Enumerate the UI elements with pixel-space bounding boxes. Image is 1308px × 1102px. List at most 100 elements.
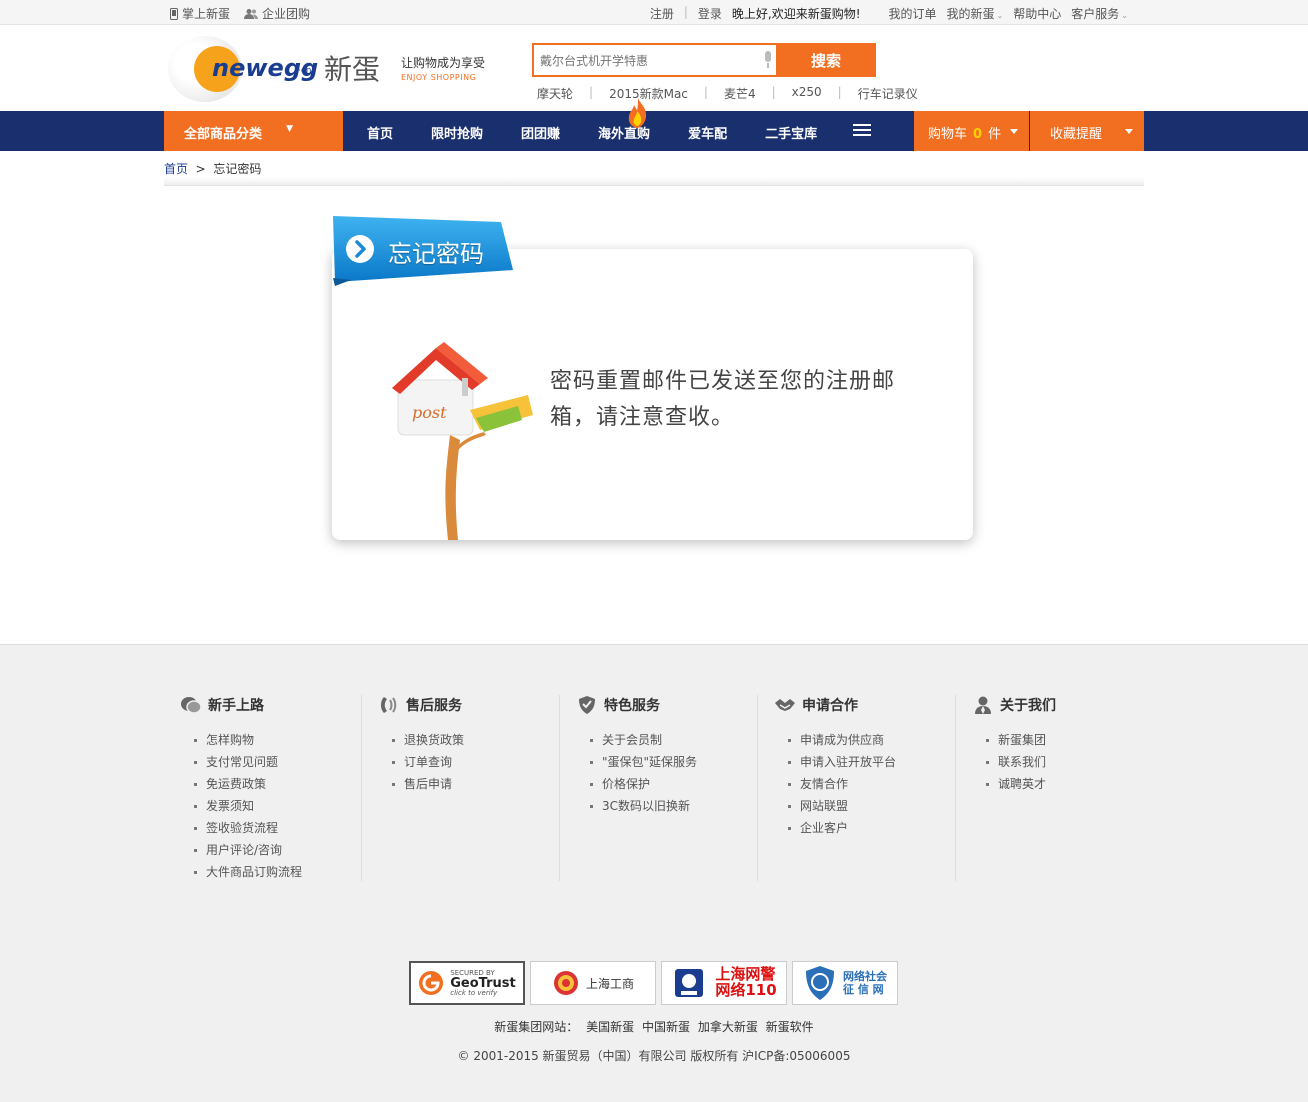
menu-icon[interactable]	[853, 124, 871, 138]
footer-link[interactable]: 企业客户	[788, 817, 955, 839]
microphone-icon[interactable]	[762, 51, 774, 69]
footer-column: 新手上路 怎样购物 支付常见问题 免运费政策 发票须知 签收验货流程 用户评论/…	[164, 695, 362, 881]
police-badge[interactable]: 上海网警 网络110	[661, 961, 787, 1005]
arrow-right-icon	[346, 235, 374, 263]
footer-link[interactable]: 发票须知	[194, 795, 361, 817]
nav-item-home[interactable]: 首页	[343, 111, 407, 151]
credit-badge[interactable]: 网络社会 征 信 网	[792, 961, 898, 1005]
chevron-down-icon: ⌄	[1121, 11, 1128, 20]
footer-link[interactable]: 支付常见问题	[194, 751, 361, 773]
footer-column-title: 申请合作	[802, 698, 858, 714]
footer-link[interactable]: 申请入驻开放平台	[788, 751, 955, 773]
site-link[interactable]: 中国新蛋	[642, 1020, 690, 1034]
header: newegg ·cn 新蛋 让购物成为享受 ENJOY SHOPPING 搜索 …	[0, 26, 1308, 111]
footer-link[interactable]: 用户评论/咨询	[194, 839, 361, 861]
my-orders-link[interactable]: 我的订单	[889, 5, 937, 22]
phone-icon	[170, 7, 178, 20]
footer-link[interactable]: 联系我们	[986, 751, 1154, 773]
footer-link[interactable]: 关于会员制	[590, 729, 757, 751]
service-menu[interactable]: 客户服务 ⌄	[1071, 5, 1128, 22]
cart-count: 0	[973, 127, 983, 142]
footer-link[interactable]: 友情合作	[788, 773, 955, 795]
nav-item-car[interactable]: 爱车配	[664, 111, 741, 151]
divider	[164, 177, 1144, 186]
footer-columns: 新手上路 怎样购物 支付常见问题 免运费政策 发票须知 签收验货流程 用户评论/…	[164, 695, 1154, 881]
chevron-down-icon	[1010, 129, 1018, 134]
hot-word[interactable]: x250	[792, 85, 822, 102]
chat-icon	[181, 697, 202, 714]
newegg-logo[interactable]: newegg ·cn	[168, 36, 318, 102]
emblem-icon	[553, 971, 578, 995]
footer-link[interactable]: "蛋保包"延保服务	[590, 751, 757, 773]
site-link[interactable]: 美国新蛋	[586, 1020, 634, 1034]
help-link[interactable]: 帮助中心	[1013, 5, 1061, 22]
footer-link[interactable]: 订单查询	[392, 751, 559, 773]
divider: |	[683, 5, 688, 19]
search-box: 搜索	[532, 43, 876, 77]
group-sites: 新蛋集团网站： 美国新蛋 中国新蛋 加拿大新蛋 新蛋软件	[0, 1018, 1308, 1035]
footer-link[interactable]: 大件商品订购流程	[194, 861, 361, 883]
hot-word[interactable]: 麦芒4	[724, 85, 756, 102]
footer-column: 关于我们 新蛋集团 联系我们 诚聘英才	[956, 695, 1154, 881]
mobile-link[interactable]: 掌上新蛋	[170, 5, 230, 22]
nav-item-overseas[interactable]: 海外直购	[574, 111, 664, 151]
breadcrumb-home[interactable]: 首页	[164, 162, 188, 176]
search-button[interactable]: 搜索	[776, 43, 876, 77]
hot-word[interactable]: 摩天轮	[537, 85, 573, 102]
search-input[interactable]	[540, 51, 760, 71]
register-link[interactable]: 注册	[650, 5, 674, 22]
favorites-button[interactable]: 收藏提醒	[1030, 111, 1144, 151]
login-link[interactable]: 登录	[698, 5, 722, 22]
hot-words: 摩天轮 | 2015新款Mac | 麦芒4 | x250 | 行车记录仪	[537, 85, 918, 102]
footer-link[interactable]: 退换货政策	[392, 729, 559, 751]
footer-link[interactable]: 诚聘英才	[986, 773, 1154, 795]
footer-link[interactable]: 签收验货流程	[194, 817, 361, 839]
footer-column: 售后服务 退换货政策 订单查询 售后申请	[362, 695, 560, 881]
chevron-down-icon: ▼	[286, 124, 293, 134]
flame-icon	[628, 98, 647, 128]
trust-badges: SECURED BY GeoTrust click to verify 上海工商…	[409, 961, 898, 1005]
person-icon	[975, 696, 991, 714]
site-link[interactable]: 加拿大新蛋	[698, 1020, 758, 1034]
site-link[interactable]: 新蛋软件	[766, 1020, 814, 1034]
chevron-down-icon	[1125, 129, 1133, 134]
footer-link[interactable]: 怎样购物	[194, 729, 361, 751]
geotrust-badge[interactable]: SECURED BY GeoTrust click to verify	[409, 961, 525, 1005]
handshake-icon	[775, 699, 795, 711]
geotrust-icon	[419, 971, 444, 995]
footer-link[interactable]: 新蛋集团	[986, 729, 1154, 751]
group-buy-link[interactable]: 企业团购	[244, 5, 310, 22]
footer-link[interactable]: 申请成为供应商	[788, 729, 955, 751]
footer-link[interactable]: 售后申请	[392, 773, 559, 795]
footer-column-title: 关于我们	[1000, 698, 1056, 714]
footer: 新手上路 怎样购物 支付常见问题 免运费政策 发票须知 签收验货流程 用户评论/…	[0, 644, 1308, 1102]
breadcrumb-current: 忘记密码	[213, 162, 262, 176]
footer-link[interactable]: 3C数码以旧换新	[590, 795, 757, 817]
credit-shield-icon	[806, 966, 834, 1000]
footer-link[interactable]: 价格保护	[590, 773, 757, 795]
users-icon	[244, 8, 259, 19]
footer-column: 申请合作 申请成为供应商 申请入驻开放平台 友情合作 网站联盟 企业客户	[758, 695, 956, 881]
top-bar: 掌上新蛋 企业团购 注册 | 登录 晚上好,欢迎来新蛋购物! 我的订单 我的新蛋…	[0, 0, 1308, 25]
copyright: © 2001-2015 新蛋贸易（中国）有限公司 版权所有 沪ICP备:0500…	[457, 1049, 851, 1063]
mailbox-label: post	[412, 403, 447, 422]
shanghai-gongshang-badge[interactable]: 上海工商	[530, 961, 656, 1005]
all-categories-button[interactable]: 全部商品分类 ▼	[164, 111, 343, 151]
footer-column-title: 新手上路	[208, 698, 264, 714]
reset-message: 密码重置邮件已发送至您的注册邮箱，请注意查收。	[550, 369, 896, 430]
nav-item-flash-sale[interactable]: 限时抢购	[407, 111, 497, 151]
nav-item-group[interactable]: 团团赚	[497, 111, 574, 151]
brand-cn: 新蛋	[324, 53, 381, 86]
footer-link[interactable]: 网站联盟	[788, 795, 955, 817]
hot-word[interactable]: 行车记录仪	[858, 85, 918, 102]
footer-link[interactable]: 免运费政策	[194, 773, 361, 795]
footer-column-title: 特色服务	[604, 698, 660, 714]
mailbox-illustration: post	[392, 342, 533, 540]
my-newegg-menu[interactable]: 我的新蛋 ⌄	[947, 5, 1004, 22]
slogan-en: ENJOY SHOPPING	[401, 73, 477, 82]
police-icon	[675, 969, 704, 997]
greeting-text: 晚上好,欢迎来新蛋购物!	[731, 7, 861, 21]
nav-item-secondhand[interactable]: 二手宝库	[741, 111, 831, 151]
breadcrumb: 首页 > 忘记密码	[164, 162, 262, 176]
cart-button[interactable]: 购物车 0 件	[914, 111, 1029, 151]
